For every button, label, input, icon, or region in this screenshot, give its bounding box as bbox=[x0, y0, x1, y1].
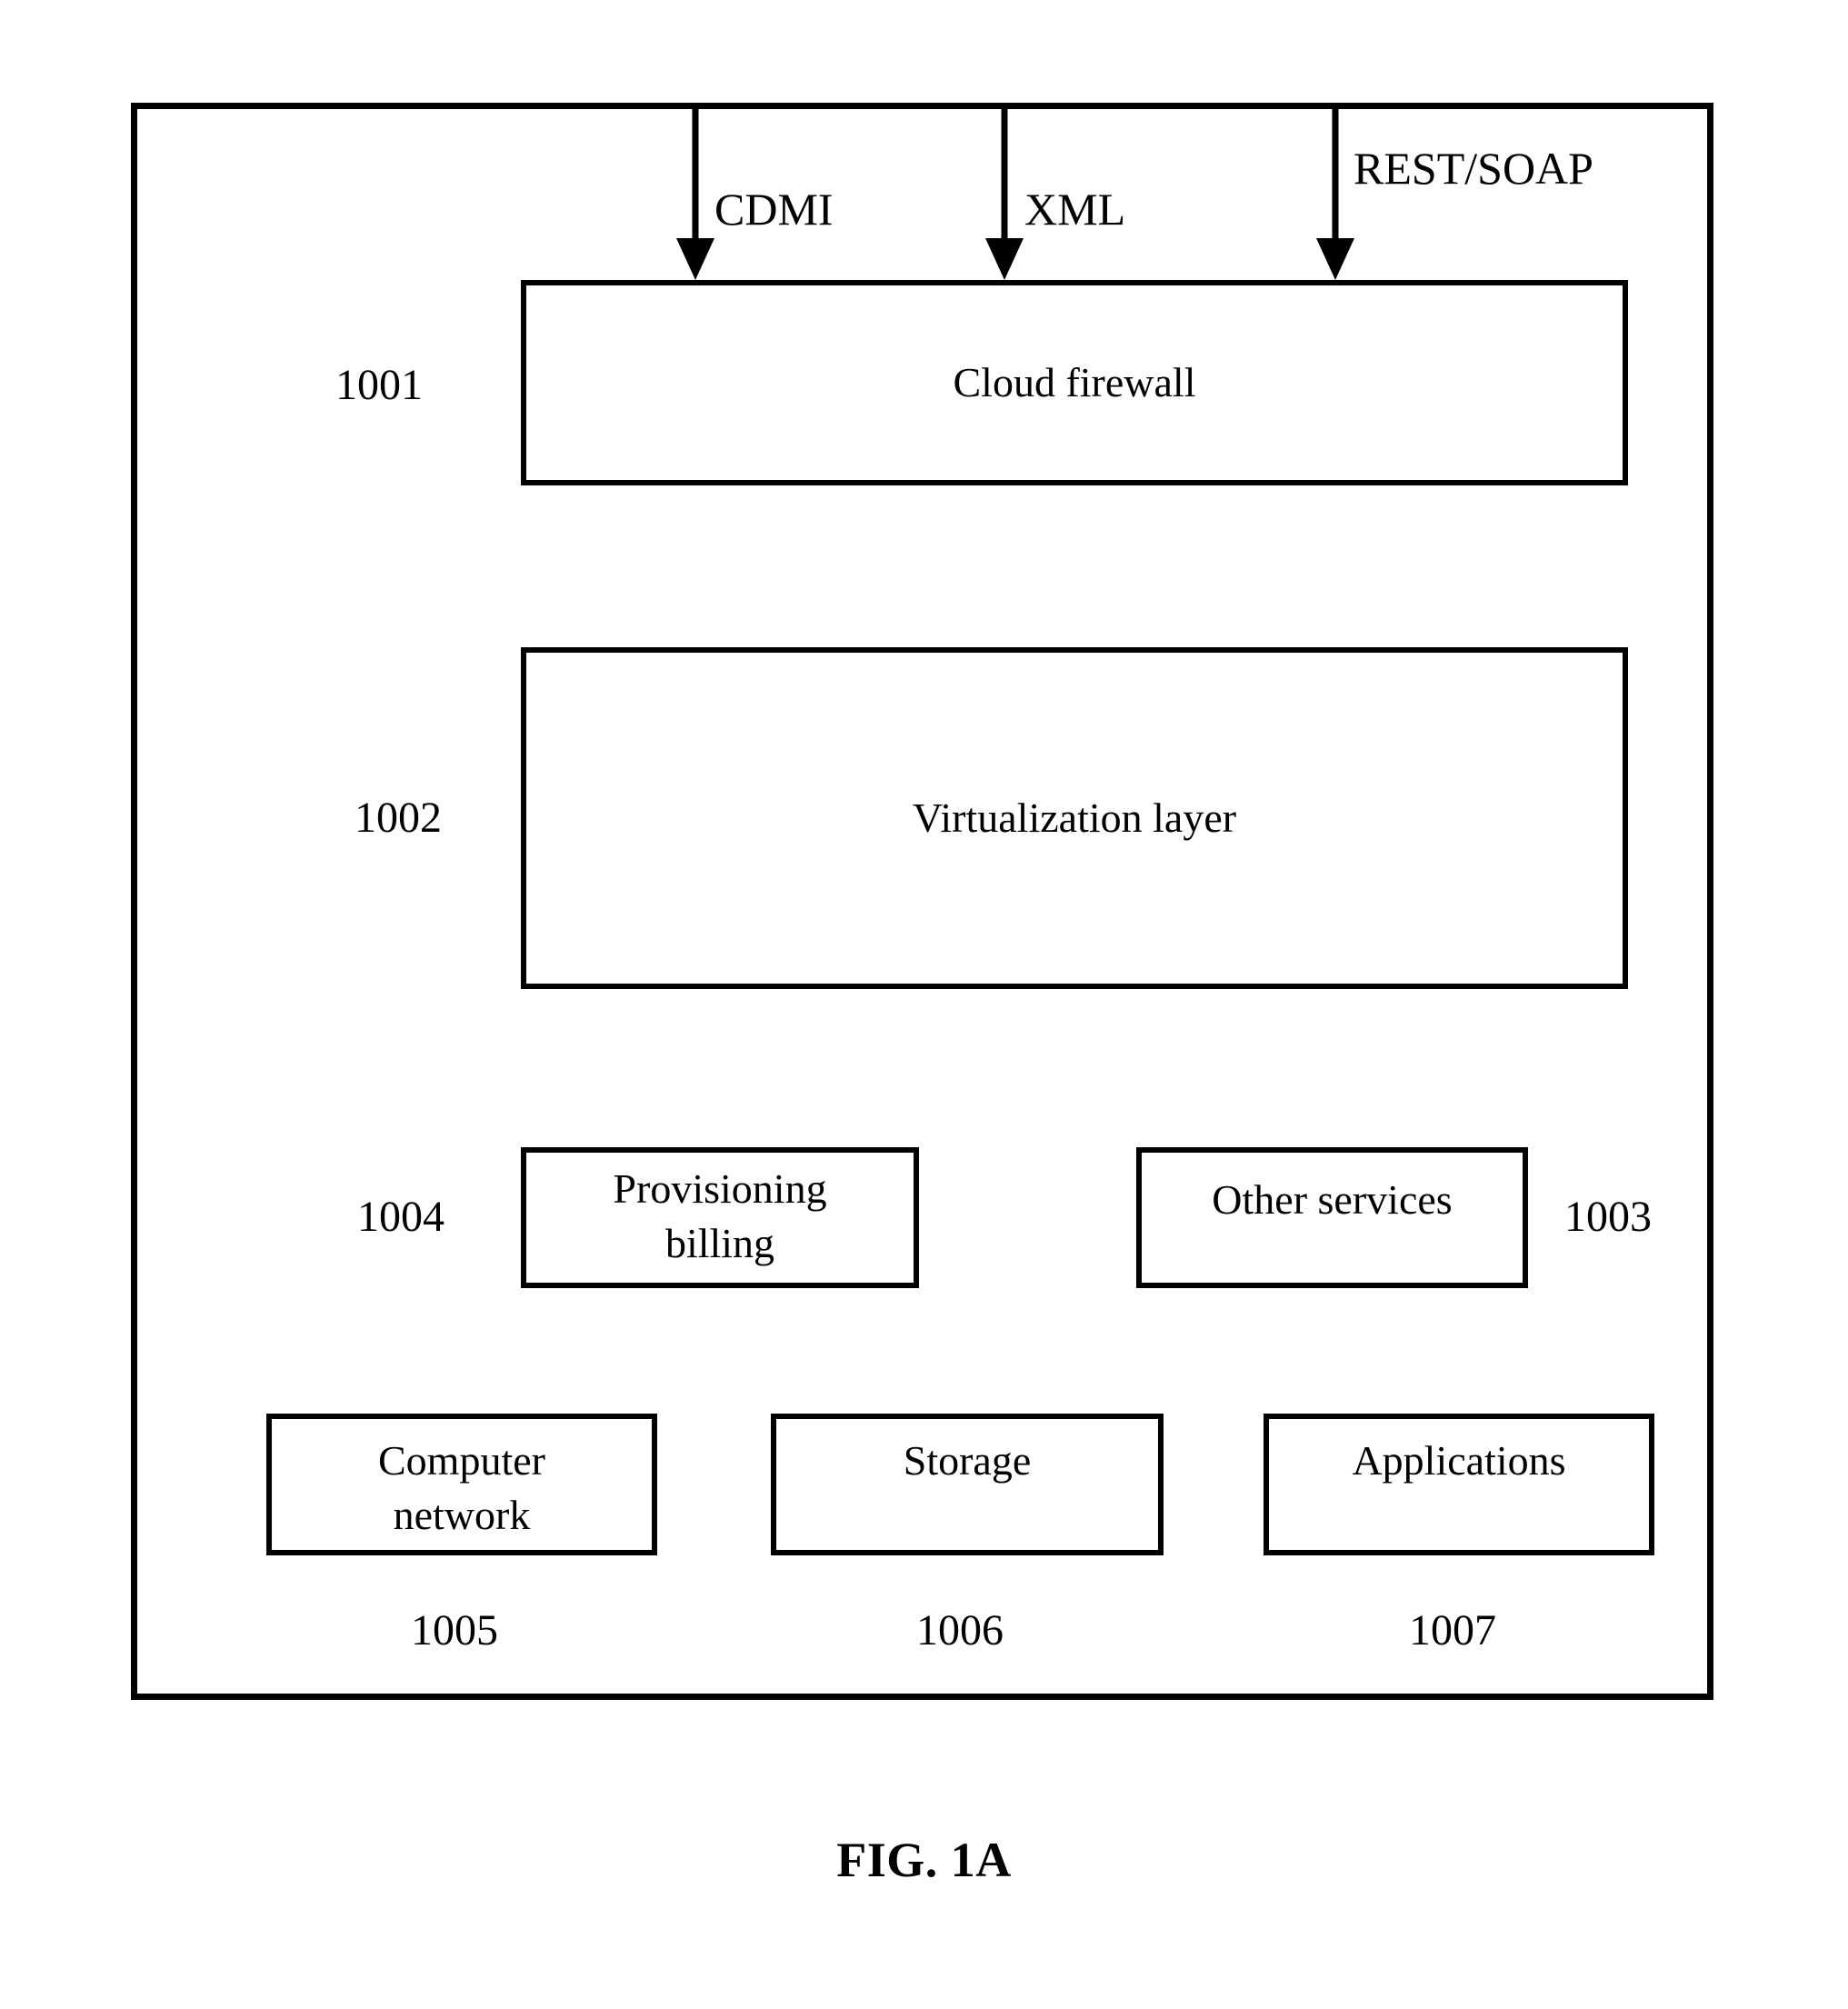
protocol-label-cdmi: CDMI bbox=[714, 184, 834, 235]
figure-page: CDMI XML REST/SOAP Cloud firewall Virtua… bbox=[0, 0, 1848, 2009]
reference-numeral-1007: 1007 bbox=[1409, 1606, 1496, 1654]
protocol-label-xml: XML bbox=[1024, 184, 1126, 235]
box-applications-label: Applications bbox=[1352, 1437, 1566, 1484]
box-provisioning-billing: Provisioning billing bbox=[521, 1147, 919, 1288]
reference-numeral-1006: 1006 bbox=[916, 1606, 1004, 1654]
box-applications: Applications bbox=[1264, 1414, 1654, 1555]
reference-numeral-1005: 1005 bbox=[411, 1606, 498, 1654]
box-other-services: Other services bbox=[1136, 1147, 1528, 1288]
figure-caption: FIG. 1A bbox=[836, 1833, 1012, 1887]
protocol-label-rest-soap: REST/SOAP bbox=[1354, 143, 1593, 194]
reference-numeral-1001: 1001 bbox=[335, 361, 423, 409]
box-cloud-firewall: Cloud firewall bbox=[521, 280, 1628, 485]
box-computer-network-label: Computer network bbox=[378, 1437, 545, 1538]
reference-numeral-1004: 1004 bbox=[357, 1193, 445, 1241]
box-virtualization-layer-label: Virtualization layer bbox=[912, 795, 1237, 842]
box-virtualization-layer: Virtualization layer bbox=[521, 647, 1628, 989]
box-other-services-label: Other services bbox=[1212, 1176, 1453, 1223]
box-cloud-firewall-label: Cloud firewall bbox=[953, 359, 1196, 406]
box-computer-network: Computer network bbox=[266, 1414, 657, 1555]
box-provisioning-billing-label: Provisioning billing bbox=[613, 1164, 827, 1266]
reference-numeral-1003: 1003 bbox=[1564, 1193, 1652, 1241]
box-storage: Storage bbox=[771, 1414, 1164, 1555]
reference-numeral-1002: 1002 bbox=[355, 794, 442, 842]
box-storage-label: Storage bbox=[903, 1437, 1032, 1484]
